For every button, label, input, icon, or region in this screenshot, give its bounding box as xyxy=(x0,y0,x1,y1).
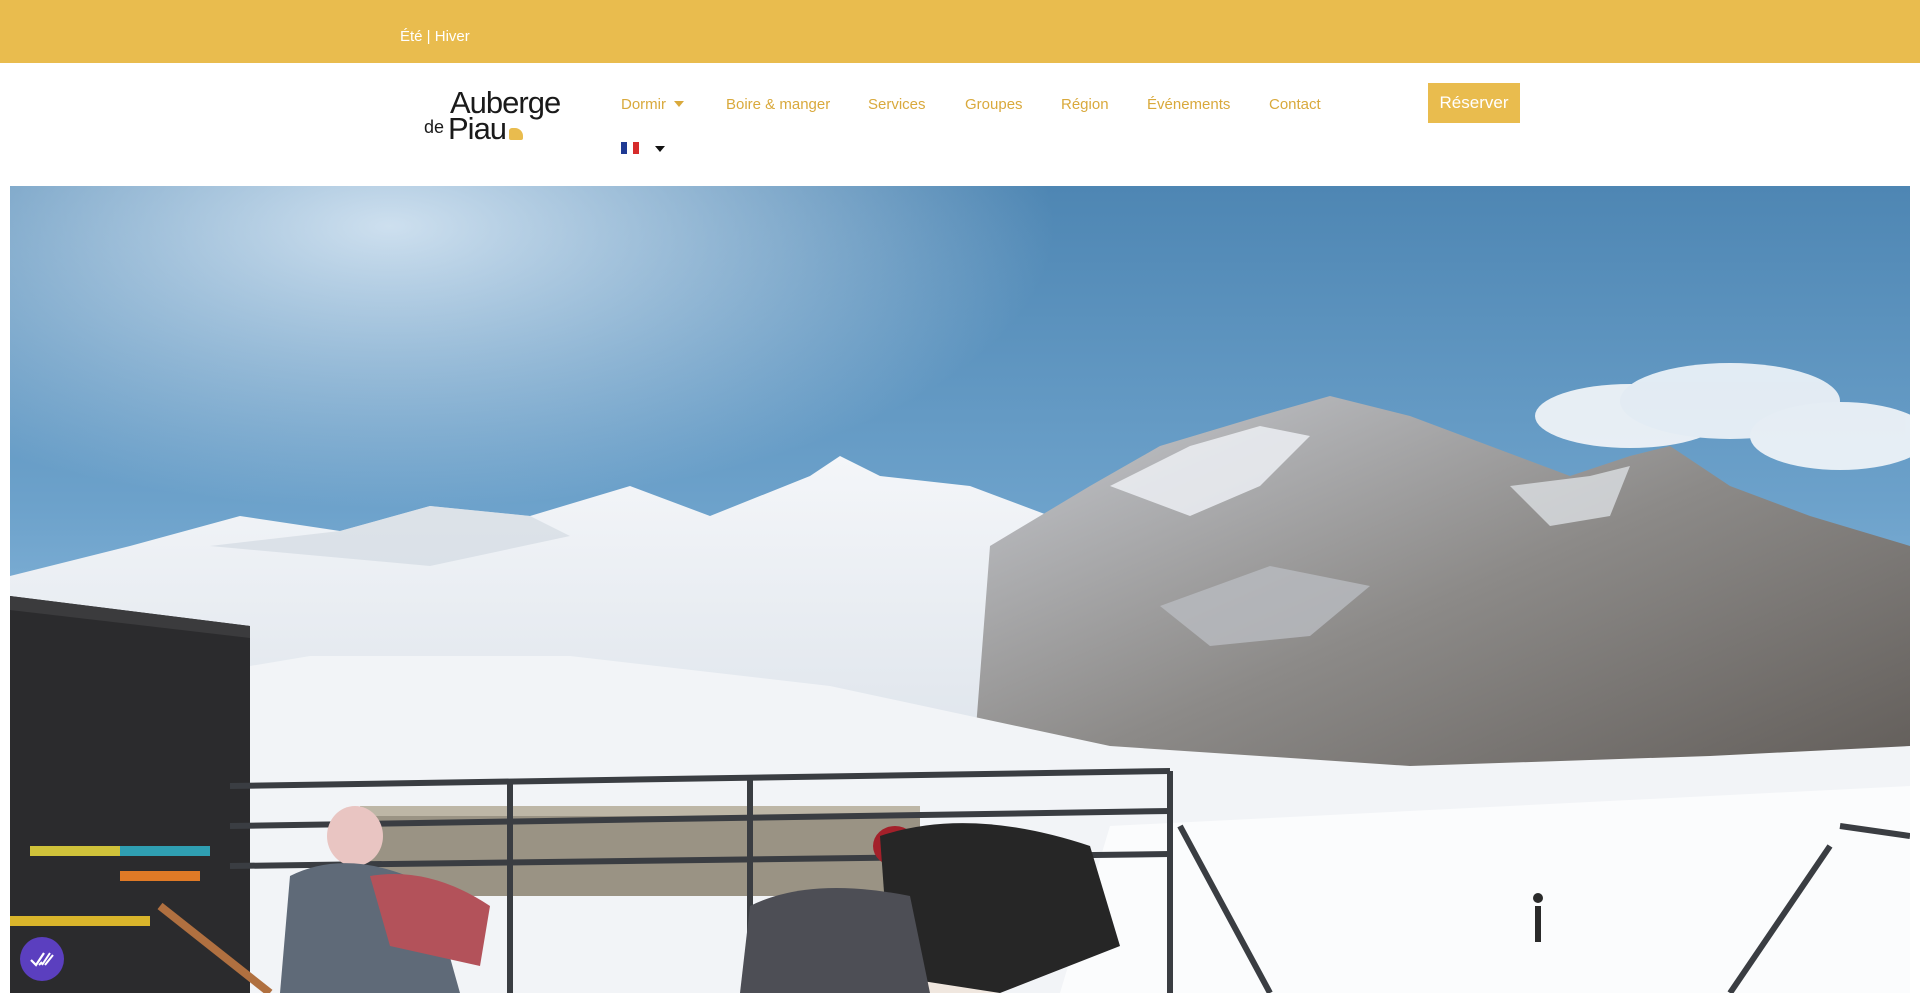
language-selector[interactable] xyxy=(621,142,671,156)
hero-landscape-illustration xyxy=(10,186,1910,993)
chevron-down-icon xyxy=(674,101,684,107)
nav-item-region[interactable]: Région xyxy=(1061,96,1109,113)
chevron-down-icon xyxy=(655,146,665,152)
logo-line-2: Piau xyxy=(448,111,507,146)
nav-item-evenements[interactable]: Événements xyxy=(1147,96,1230,113)
nav-item-groupes[interactable]: Groupes xyxy=(965,96,1023,113)
accessibility-widget-button[interactable] xyxy=(20,937,64,981)
hero-media xyxy=(10,186,1910,993)
nav-item-label: Dormir xyxy=(621,96,666,113)
top-bar: Été | Hiver xyxy=(0,0,1920,63)
nav-item-boire-manger[interactable]: Boire & manger xyxy=(726,96,830,113)
season-separator: | xyxy=(422,28,435,45)
accessibility-check-icon xyxy=(30,952,54,967)
season-summer-link[interactable]: Été xyxy=(400,28,423,45)
france-flag-icon xyxy=(621,142,639,154)
logo-prefix: de xyxy=(424,117,445,137)
nav-item-dormir[interactable]: Dormir xyxy=(621,96,684,113)
nav-item-contact[interactable]: Contact xyxy=(1269,96,1321,113)
season-winter-link[interactable]: Hiver xyxy=(435,28,470,45)
reserve-button[interactable]: Réserver xyxy=(1428,83,1520,123)
season-switch: Été | Hiver xyxy=(400,28,470,45)
site-logo[interactable]: Auberge de Piau xyxy=(424,87,564,146)
site-header xyxy=(0,63,1920,186)
logo-mark-icon xyxy=(509,128,523,140)
nav-item-services[interactable]: Services xyxy=(868,96,926,113)
